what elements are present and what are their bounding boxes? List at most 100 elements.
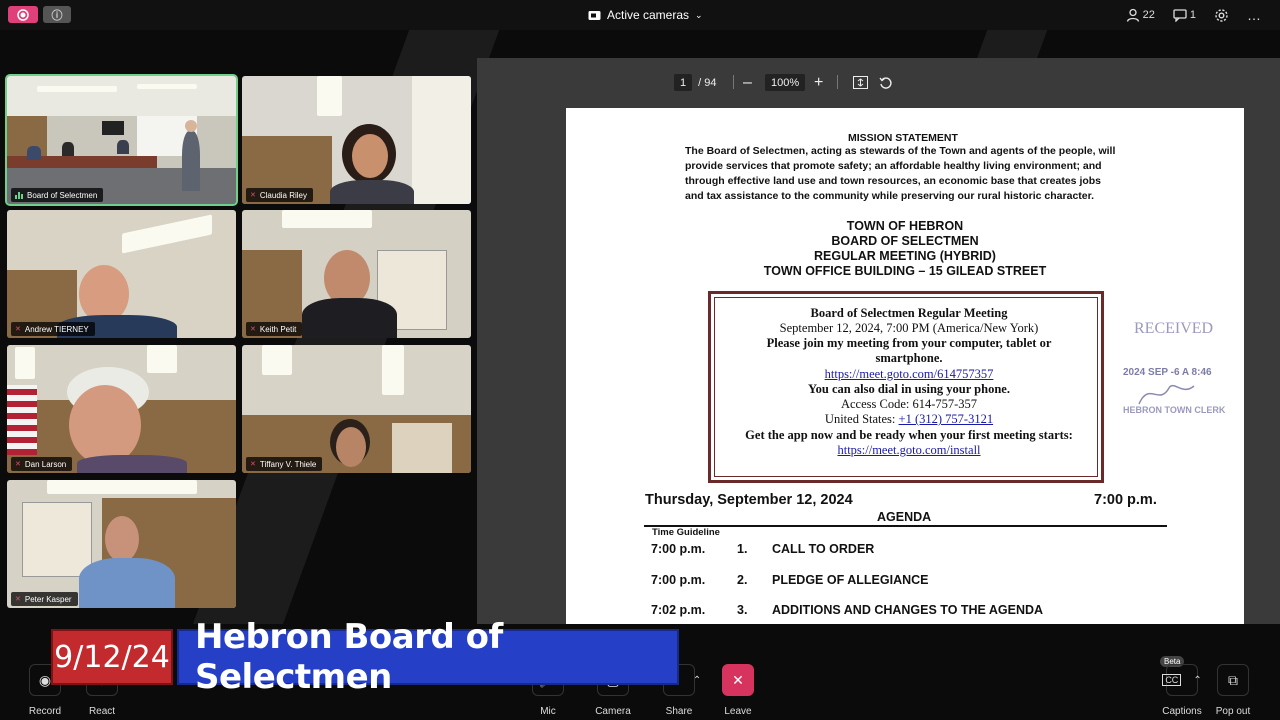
video-tile-claudia[interactable]: ✕ Claudia Riley: [242, 76, 471, 204]
recording-indicator-button[interactable]: [8, 6, 38, 23]
app-download-text: Get the app now and be ready when your f…: [745, 428, 1073, 442]
seated-person: [117, 140, 129, 154]
popout-control[interactable]: ⧉ Pop out: [1203, 664, 1263, 717]
chevron-down-icon: ⌄: [695, 9, 703, 20]
shared-document-viewer: 1 / 94 – 100% + MISSION STATEMENT The Bo…: [477, 58, 1280, 624]
info-icon: ⓘ: [51, 9, 63, 22]
camera-view-menu[interactable]: Active cameras ⌄: [588, 7, 703, 23]
ceiling-light: [122, 214, 212, 254]
ceiling-light: [282, 210, 372, 228]
seated-person: [62, 142, 74, 156]
us-label: United States:: [824, 412, 899, 426]
leave-control[interactable]: ✕ Leave: [708, 664, 768, 717]
agenda-rule: [644, 525, 1167, 527]
camera-label: Camera: [595, 706, 631, 717]
popout-button[interactable]: ⧉: [1217, 664, 1249, 696]
plus-icon: +: [814, 73, 824, 91]
zoom-out-button[interactable]: –: [743, 74, 752, 91]
person-body: [302, 298, 397, 338]
page-number-input[interactable]: 1: [674, 74, 693, 91]
zoom-in-button[interactable]: +: [814, 74, 823, 91]
tv-screen: [102, 121, 124, 135]
meeting-info-box: Board of Selectmen Regular Meeting Septe…: [708, 291, 1104, 483]
ceiling-light: [262, 345, 292, 375]
gear-icon: [1215, 8, 1228, 22]
zoom-level[interactable]: 100%: [765, 74, 806, 91]
ceiling-light: [147, 345, 177, 373]
zoom-value: 100%: [765, 74, 806, 91]
mission-line: through effective land use and town reso…: [685, 175, 1102, 187]
participant-nametag: ✕ Keith Petit: [246, 322, 303, 336]
agenda-time: 7:02 p.m.: [651, 603, 706, 617]
participant-nametag: ✕ Peter Kasper: [11, 592, 78, 606]
mission-heading: MISSION STATEMENT: [848, 132, 958, 144]
captions-button[interactable]: CC ⌃: [1162, 664, 1202, 696]
record-label: Record: [28, 706, 62, 717]
wall-map: [22, 502, 92, 577]
mission-line: and tax assistance to the community whil…: [685, 190, 1095, 202]
agenda-time: 7:00 p.m.: [651, 573, 706, 587]
video-tile-dan[interactable]: ✕ Dan Larson: [7, 345, 236, 473]
header-line: TOWN OF HEBRON: [846, 219, 964, 233]
audio-level-icon: [15, 191, 23, 199]
participant-nametag: ✕ Tiffany V. Thiele: [246, 457, 323, 471]
more-options-button[interactable]: …: [1247, 7, 1262, 23]
toolbar-divider: [733, 75, 734, 89]
settings-button[interactable]: [1214, 8, 1229, 23]
toolbar-divider: [837, 75, 838, 89]
video-tile-keith[interactable]: ✕ Keith Petit: [242, 210, 471, 338]
person-body: [330, 180, 414, 204]
participant-name: Keith Petit: [259, 324, 297, 334]
video-tile-andrew[interactable]: ✕ Andrew TIERNEY: [7, 210, 236, 338]
participant-nametag: ✕ Dan Larson: [11, 457, 73, 471]
chat-button[interactable]: 1: [1173, 8, 1196, 22]
join-instructions: Please join my meeting from your compute…: [766, 336, 1052, 350]
participant-name: Board of Selectmen: [27, 190, 98, 200]
agenda-num: 3.: [737, 603, 748, 617]
person-head: [185, 120, 197, 132]
header-line: REGULAR MEETING (HYBRID): [814, 249, 996, 263]
video-icon: [588, 10, 601, 20]
room-wall: [7, 76, 236, 116]
meeting-date: Thursday, September 12, 2024: [645, 492, 853, 508]
agenda-heading: AGENDA: [877, 510, 932, 524]
install-link[interactable]: https://meet.goto.com/install: [837, 443, 980, 457]
us-phone-link[interactable]: +1 (312) 757-3121: [899, 412, 994, 426]
close-icon: ✕: [732, 671, 744, 688]
agenda-time: 7:00 p.m.: [651, 542, 706, 556]
person-body: [79, 558, 175, 608]
mission-line: provide services that promote safety; an…: [685, 160, 1102, 172]
video-tile-tiffany[interactable]: ✕ Tiffany V. Thiele: [242, 345, 471, 473]
person-face: [336, 427, 366, 467]
fit-page-button[interactable]: [853, 74, 868, 91]
top-right-controls: 22 1 …: [1126, 0, 1280, 30]
seated-person: [27, 146, 41, 160]
info-button[interactable]: ⓘ: [43, 6, 71, 23]
mic-off-icon: ✕: [15, 461, 21, 468]
broadcast-date-banner: 9/12/24: [51, 629, 173, 685]
signature-scribble: [1138, 384, 1195, 405]
participants-button[interactable]: 22: [1126, 8, 1155, 22]
meeting-title: Board of Selectmen Regular Meeting: [810, 306, 1008, 320]
ceiling-light: [382, 345, 404, 395]
participant-nametag: ✕ Claudia Riley: [246, 188, 314, 202]
mission-line: The Board of Selectmen, acting as stewar…: [685, 145, 1116, 157]
video-tile-board[interactable]: Board of Selectmen: [5, 74, 238, 206]
received-stamp: RECEIVED: [1134, 320, 1214, 337]
header-line: BOARD OF SELECTMEN: [831, 234, 979, 248]
agenda-title: CALL TO ORDER: [772, 542, 875, 556]
meeting-link[interactable]: https://meet.goto.com/614757357: [825, 367, 994, 381]
mic-label: Mic: [540, 706, 556, 717]
join-instructions-cont: smartphone.: [875, 351, 943, 365]
video-tile-peter[interactable]: ✕ Peter Kasper: [7, 480, 236, 608]
rotate-button[interactable]: [879, 74, 893, 91]
agenda-title: ADDITIONS AND CHANGES TO THE AGENDA: [772, 603, 1044, 617]
ceiling-light: [317, 76, 342, 116]
top-bar: ⓘ Active cameras ⌄ 22 1 …: [0, 0, 1280, 30]
page-indicator: 1 / 94: [674, 74, 716, 91]
participant-nametag: ✕ Andrew TIERNEY: [11, 322, 95, 336]
person-body: [77, 455, 187, 473]
leave-button[interactable]: ✕: [722, 664, 754, 696]
minus-icon: –: [743, 73, 752, 91]
ceiling-light: [137, 84, 197, 89]
